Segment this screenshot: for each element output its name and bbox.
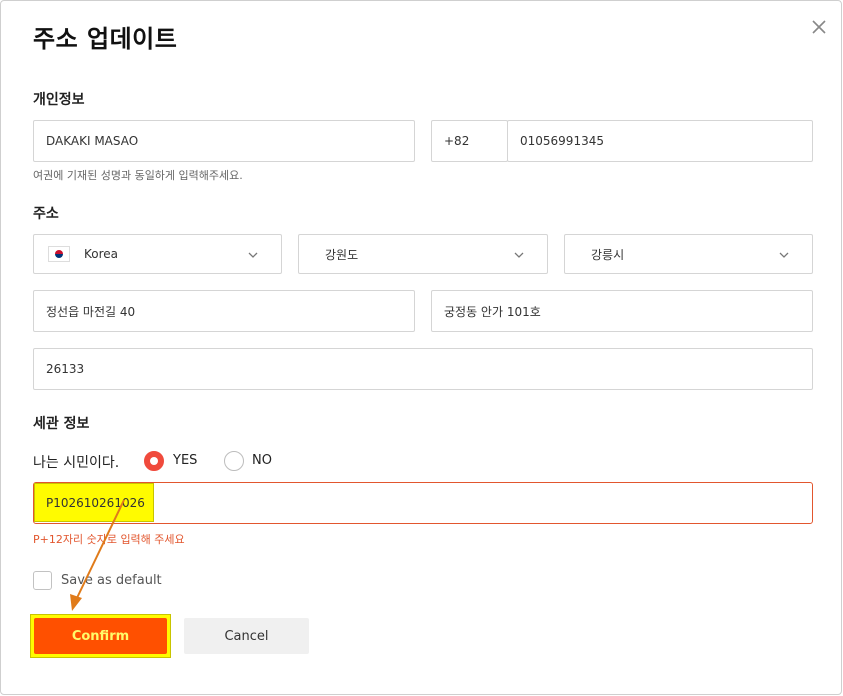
city-value: 강릉시 <box>591 247 625 262</box>
citizen-question: 나는 시민이다. <box>33 455 120 471</box>
confirm-button[interactable]: Confirm <box>34 618 167 654</box>
customs-info-label: 세관 정보 <box>33 416 90 432</box>
country-value: Korea <box>84 247 119 261</box>
citizen-no-radio[interactable] <box>224 451 244 471</box>
street-address-value: 정선읍 마전길 40 <box>46 304 136 319</box>
name-hint: 여권에 기재된 성명과 동일하게 입력해주세요. <box>33 169 243 182</box>
postal-code-value: 26133 <box>46 362 85 376</box>
customs-id-value-highlight: P102610261026 <box>34 483 154 522</box>
address-detail-value: 궁정동 안가 101호 <box>444 304 541 319</box>
citizen-yes-radio[interactable] <box>144 451 164 471</box>
personal-info-label: 개인정보 <box>33 92 85 108</box>
postal-code-input[interactable]: 26133 <box>33 348 813 390</box>
province-value: 강원도 <box>325 247 359 262</box>
address-detail-input[interactable]: 궁정동 안가 101호 <box>431 290 813 332</box>
korea-flag-icon <box>48 246 70 262</box>
country-select[interactable]: Korea <box>33 234 282 274</box>
full-name-input[interactable]: DAKAKI MASAO <box>33 120 415 162</box>
country-code-input[interactable]: +82 <box>431 120 508 162</box>
city-select[interactable]: 강릉시 <box>564 234 813 274</box>
dialog-title: 주소 업데이트 <box>33 25 178 53</box>
chevron-down-icon <box>514 252 524 258</box>
cancel-button[interactable]: Cancel <box>184 618 309 654</box>
chevron-down-icon <box>248 252 258 258</box>
customs-id-value: P102610261026 <box>46 495 145 510</box>
country-code-value: +82 <box>444 134 470 148</box>
save-default-checkbox[interactable] <box>33 571 52 590</box>
chevron-down-icon <box>779 252 789 258</box>
customs-id-error: P+12자리 숫자로 입력해 주세요 <box>33 533 185 546</box>
address-label: 주소 <box>33 206 59 222</box>
citizen-no-label[interactable]: NO <box>252 453 272 468</box>
citizen-yes-label[interactable]: YES <box>173 453 197 468</box>
province-select[interactable]: 강원도 <box>298 234 548 274</box>
phone-input[interactable]: 01056991345 <box>507 120 813 162</box>
close-icon[interactable] <box>807 15 831 39</box>
full-name-value: DAKAKI MASAO <box>46 134 139 148</box>
save-default-label[interactable]: Save as default <box>61 573 162 588</box>
street-address-input[interactable]: 정선읍 마전길 40 <box>33 290 415 332</box>
address-update-dialog: 주소 업데이트 개인정보 DAKAKI MASAO +82 0105699134… <box>0 0 842 695</box>
phone-value: 01056991345 <box>520 134 604 148</box>
